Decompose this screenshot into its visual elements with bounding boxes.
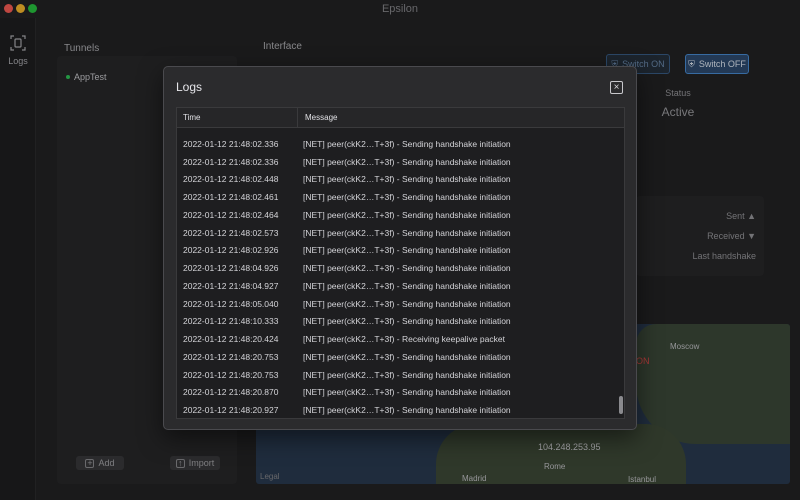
log-time-cell: 2022-01-12 21:48:02.448 (183, 174, 279, 185)
table-row[interactable]: 2022-01-12 21:48:02.573 [NET] peer(ckK2…T… (177, 224, 617, 242)
log-message-cell: [NET] peer(ckK2…T+3f) - Sending handshak… (303, 369, 511, 380)
log-time-cell: 2022-01-12 21:48:04.926 (183, 263, 279, 274)
table-row[interactable]: 2022-01-12 21:48:02.448 [NET] peer(ckK2…T… (177, 171, 617, 189)
table-row[interactable]: 2022-01-12 21:48:05.040 [NET] peer(ckK2…T… (177, 295, 617, 313)
table-row[interactable]: 2022-01-12 21:48:20.753 [NET] peer(ckK2…T… (177, 366, 617, 384)
column-divider[interactable] (297, 108, 298, 128)
log-time-cell: 2022-01-12 21:48:02.336 (183, 138, 279, 149)
log-message-cell: [NET] peer(ckK2…T+3f) - Sending handshak… (303, 227, 511, 238)
log-time-cell: 2022-01-12 21:48:02.464 (183, 209, 279, 220)
log-time-cell: 2022-01-12 21:48:05.040 (183, 298, 279, 309)
log-message-cell: [NET] peer(ckK2…T+3f) - Receiving keepal… (303, 334, 505, 345)
log-time-cell: 2022-01-12 21:48:20.753 (183, 351, 279, 362)
logs-table-body: 2022-01-12 21:48:02.336 [NET] peer(ckK2…T… (177, 135, 617, 418)
column-header-time[interactable]: Time (183, 113, 200, 122)
table-row[interactable]: 2022-01-12 21:48:02.926 [NET] peer(ckK2…T… (177, 242, 617, 260)
logs-table: Time Message 2022-01-12 21:48:02.336 [NET… (176, 107, 625, 419)
log-time-cell: 2022-01-12 21:48:20.927 (183, 405, 279, 416)
log-time-cell: 2022-01-12 21:48:02.336 (183, 156, 279, 167)
table-row[interactable]: 2022-01-12 21:48:04.927 [NET] peer(ckK2…T… (177, 277, 617, 295)
log-time-cell: 2022-01-12 21:48:04.927 (183, 280, 279, 291)
table-row[interactable]: 2022-01-12 21:48:20.424 [NET] peer(ckK2…T… (177, 330, 617, 348)
logs-table-header: Time Message (177, 108, 624, 128)
log-message-cell: [NET] peer(ckK2…T+3f) - Sending handshak… (303, 280, 511, 291)
table-row[interactable]: 2022-01-12 21:48:20.753 [NET] peer(ckK2…T… (177, 348, 617, 366)
app-window: Epsilon Logs Tunnels AppTest + Add ↑ Imp… (0, 0, 800, 500)
logs-modal: Logs × Time Message 2022-01-12 21:48:02.… (163, 66, 637, 430)
log-time-cell: 2022-01-12 21:48:02.573 (183, 227, 279, 238)
log-message-cell: [NET] peer(ckK2…T+3f) - Sending handshak… (303, 298, 511, 309)
close-icon[interactable]: × (610, 81, 623, 94)
log-time-cell: 2022-01-12 21:48:02.926 (183, 245, 279, 256)
table-row[interactable]: 2022-01-12 21:48:20.927 [NET] peer(ckK2…T… (177, 401, 617, 418)
logs-scroll-track[interactable] (617, 128, 624, 418)
table-row[interactable]: 2022-01-12 21:48:02.336 [NET] peer(ckK2…T… (177, 153, 617, 171)
table-row[interactable]: 2022-01-12 21:48:04.926 [NET] peer(ckK2…T… (177, 259, 617, 277)
log-message-cell: [NET] peer(ckK2…T+3f) - Sending handshak… (303, 263, 511, 274)
table-row[interactable]: 2022-01-12 21:48:20.870 [NET] peer(ckK2…T… (177, 384, 617, 402)
log-message-cell: [NET] peer(ckK2…T+3f) - Sending handshak… (303, 387, 511, 398)
table-row[interactable]: 2022-01-12 21:48:02.461 [NET] peer(ckK2…T… (177, 188, 617, 206)
table-row[interactable]: 2022-01-12 21:48:02.336 [NET] peer(ckK2…T… (177, 135, 617, 153)
log-message-cell: [NET] peer(ckK2…T+3f) - Sending handshak… (303, 138, 511, 149)
log-message-cell: [NET] peer(ckK2…T+3f) - Sending handshak… (303, 405, 511, 416)
table-row[interactable]: 2022-01-12 21:48:10.333 [NET] peer(ckK2…T… (177, 313, 617, 331)
log-message-cell: [NET] peer(ckK2…T+3f) - Sending handshak… (303, 192, 511, 203)
log-time-cell: 2022-01-12 21:48:02.461 (183, 192, 279, 203)
logs-modal-title: Logs (176, 80, 203, 94)
log-time-cell: 2022-01-12 21:48:20.424 (183, 334, 279, 345)
column-header-message[interactable]: Message (305, 113, 337, 122)
log-message-cell: [NET] peer(ckK2…T+3f) - Sending handshak… (303, 351, 511, 362)
log-message-cell: [NET] peer(ckK2…T+3f) - Sending handshak… (303, 156, 511, 167)
log-time-cell: 2022-01-12 21:48:10.333 (183, 316, 279, 327)
log-time-cell: 2022-01-12 21:48:20.870 (183, 387, 279, 398)
logs-scrollbar-thumb[interactable] (619, 396, 623, 414)
log-message-cell: [NET] peer(ckK2…T+3f) - Sending handshak… (303, 174, 511, 185)
log-message-cell: [NET] peer(ckK2…T+3f) - Sending handshak… (303, 316, 511, 327)
table-row[interactable]: 2022-01-12 21:48:02.464 [NET] peer(ckK2…T… (177, 206, 617, 224)
log-message-cell: [NET] peer(ckK2…T+3f) - Sending handshak… (303, 209, 511, 220)
log-message-cell: [NET] peer(ckK2…T+3f) - Sending handshak… (303, 245, 511, 256)
log-time-cell: 2022-01-12 21:48:20.753 (183, 369, 279, 380)
